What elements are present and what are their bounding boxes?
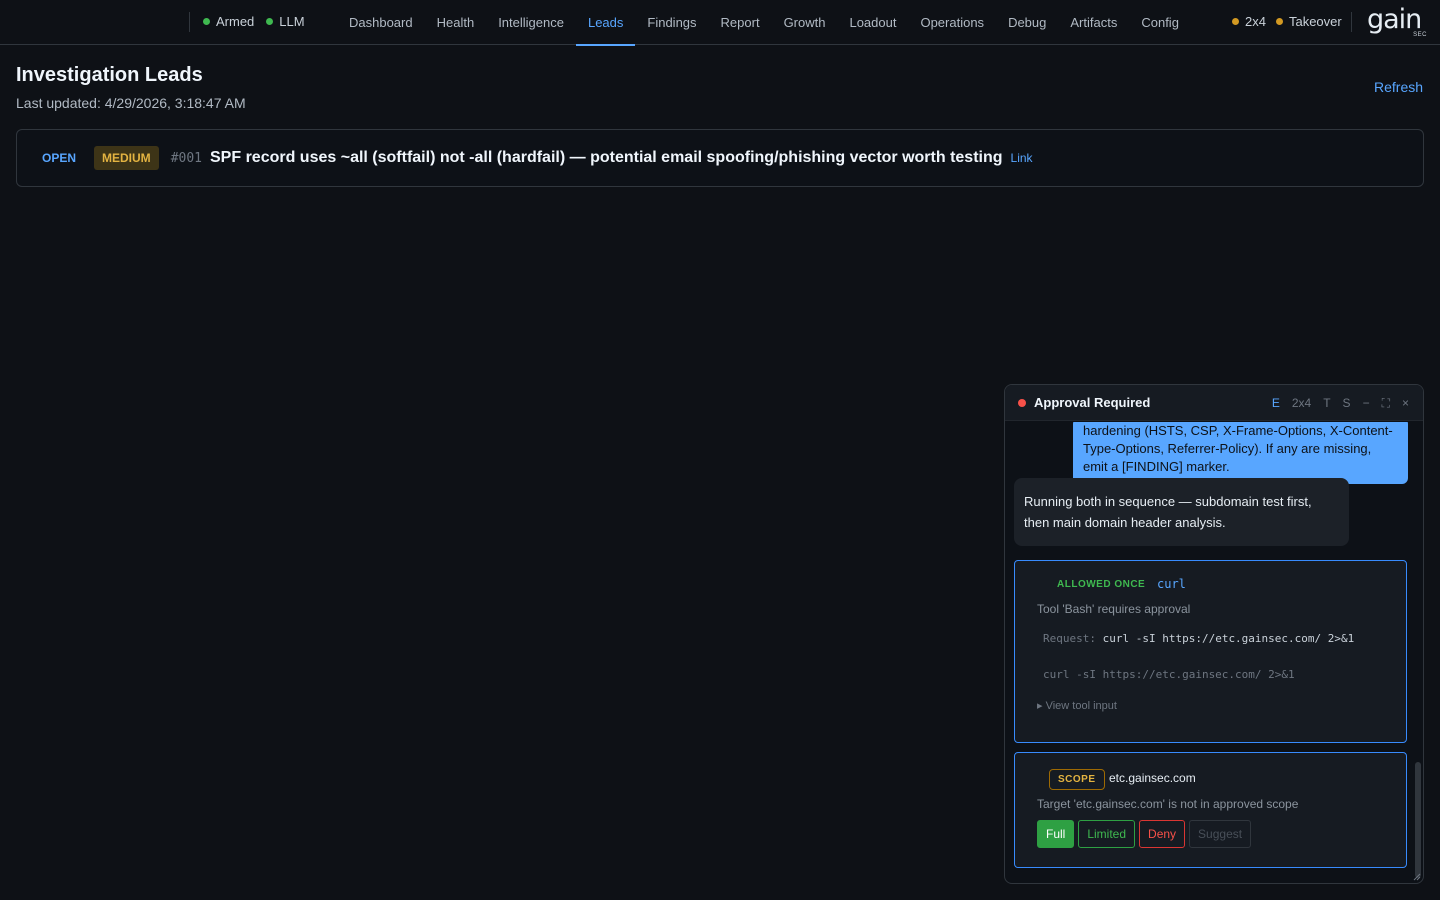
refresh-button[interactable]: Refresh	[1374, 79, 1423, 95]
limited-button[interactable]: Limited	[1078, 820, 1136, 848]
assistant-message: Running both in sequence — subdomain tes…	[1014, 478, 1349, 546]
tab-findings[interactable]: Findings	[635, 0, 708, 45]
approval-panel-header[interactable]: Approval Required E 2x4 T S − ⛶ ×	[1005, 385, 1423, 421]
scope-approval-card: SCOPE etc.gainsec.com Target 'etc.gainse…	[1014, 752, 1407, 868]
gainsec-logo: gain SEC	[1367, 4, 1429, 39]
lead-row[interactable]: OPEN MEDIUM #001 SPF record uses ~all (s…	[16, 129, 1424, 187]
tab-intelligence[interactable]: Intelligence	[486, 0, 576, 45]
tool-approval-description: Tool 'Bash' requires approval	[1037, 602, 1191, 616]
deny-button[interactable]: Deny	[1139, 820, 1186, 848]
scrollbar-thumb[interactable]	[1415, 762, 1421, 878]
alert-dot-icon	[1018, 398, 1026, 407]
suggest-button[interactable]: Suggest	[1189, 820, 1252, 848]
maximize-icon[interactable]: ⛶	[1376, 396, 1396, 411]
last-updated: Last updated: 4/29/2026, 3:18:47 AM	[16, 95, 246, 111]
tab-config[interactable]: Config	[1129, 0, 1191, 45]
tab-leads[interactable]: Leads	[575, 0, 636, 46]
minimize-icon[interactable]: −	[1357, 396, 1376, 410]
user-message: hardening (HSTS, CSP, X-Frame-Options, X…	[1073, 422, 1408, 484]
status-armed-label: Armed	[216, 14, 255, 29]
tab-artifacts[interactable]: Artifacts	[1058, 0, 1129, 45]
tab-loadout[interactable]: Loadout	[837, 0, 908, 45]
panel-e-button[interactable]: E	[1266, 396, 1286, 410]
allowed-once-badge: ALLOWED ONCE	[1057, 579, 1146, 590]
tab-health[interactable]: Health	[425, 0, 487, 45]
armed-dot-icon	[203, 18, 210, 25]
session-2x4[interactable]: 2x4	[1232, 14, 1266, 29]
scope-buttons: Full Limited Deny Suggest	[1037, 820, 1252, 848]
status-armed: Armed	[203, 14, 254, 29]
tool-request-line: Request: curl -sI https://etc.gainsec.co…	[1043, 632, 1354, 645]
scope-description: Target 'etc.gainsec.com' is not in appro…	[1037, 797, 1299, 811]
logo-word: gain	[1367, 4, 1422, 35]
lead-severity-badge: MEDIUM	[94, 146, 159, 170]
view-tool-input-toggle[interactable]: ▸ View tool input	[1037, 699, 1117, 712]
approval-panel: Approval Required E 2x4 T S − ⛶ × harden…	[1004, 384, 1424, 884]
tab-report[interactable]: Report	[709, 0, 772, 45]
lead-status-badge: OPEN	[42, 151, 77, 165]
panel-s-button[interactable]: S	[1337, 396, 1357, 410]
panel-scrollbar[interactable]	[1415, 422, 1421, 883]
tab-dashboard[interactable]: Dashboard	[337, 0, 425, 45]
takeover-indicator[interactable]: Takeover	[1275, 14, 1342, 29]
full-button[interactable]: Full	[1037, 820, 1075, 848]
approval-panel-body[interactable]: hardening (HSTS, CSP, X-Frame-Options, X…	[1005, 422, 1423, 883]
tool-command-name: curl	[1157, 577, 1186, 591]
takeover-dot-icon	[1275, 18, 1283, 25]
status-indicators: Armed LLM	[203, 14, 305, 29]
tool-approval-card: ALLOWED ONCE curl Tool 'Bash' requires a…	[1014, 560, 1407, 743]
request-label: Request:	[1043, 632, 1096, 645]
panel-t-button[interactable]: T	[1317, 396, 1336, 410]
main-nav: Dashboard Health Intelligence Leads Find…	[337, 0, 1191, 46]
divider	[1351, 12, 1352, 32]
panel-session-button[interactable]: 2x4	[1286, 396, 1317, 410]
scope-badge: SCOPE	[1049, 769, 1105, 790]
request-value: curl -sI https://etc.gainsec.com/ 2>&1	[1102, 632, 1355, 645]
session-2x4-label: 2x4	[1245, 14, 1266, 29]
logo-sub: SEC	[1413, 32, 1427, 38]
lead-id: #001	[170, 150, 202, 166]
tab-growth[interactable]: Growth	[772, 0, 838, 45]
tab-debug[interactable]: Debug	[996, 0, 1058, 45]
scope-domain: etc.gainsec.com	[1109, 771, 1196, 785]
tab-operations[interactable]: Operations	[908, 0, 996, 45]
approval-panel-title: Approval Required	[1034, 395, 1151, 410]
command-preview: curl -sI https://etc.gainsec.com/ 2>&1	[1043, 668, 1295, 681]
llm-dot-icon	[266, 18, 274, 25]
top-bar: Armed LLM Dashboard Health Intelligence …	[0, 0, 1440, 46]
session-dot-icon	[1232, 18, 1239, 25]
lead-title: SPF record uses ~all (softfail) not -all…	[210, 149, 1003, 166]
status-llm-label: LLM	[279, 14, 305, 29]
page-title: Investigation Leads	[16, 64, 203, 86]
resize-handle-icon[interactable]	[1413, 873, 1421, 881]
session-indicators: 2x4 Takeover	[1232, 14, 1342, 29]
lead-link[interactable]: Link	[1011, 151, 1033, 165]
close-icon[interactable]: ×	[1396, 396, 1415, 410]
takeover-label: Takeover	[1288, 14, 1342, 29]
status-llm: LLM	[266, 14, 305, 29]
panel-controls: E 2x4 T S − ⛶ ×	[1266, 385, 1415, 421]
divider	[189, 12, 190, 32]
